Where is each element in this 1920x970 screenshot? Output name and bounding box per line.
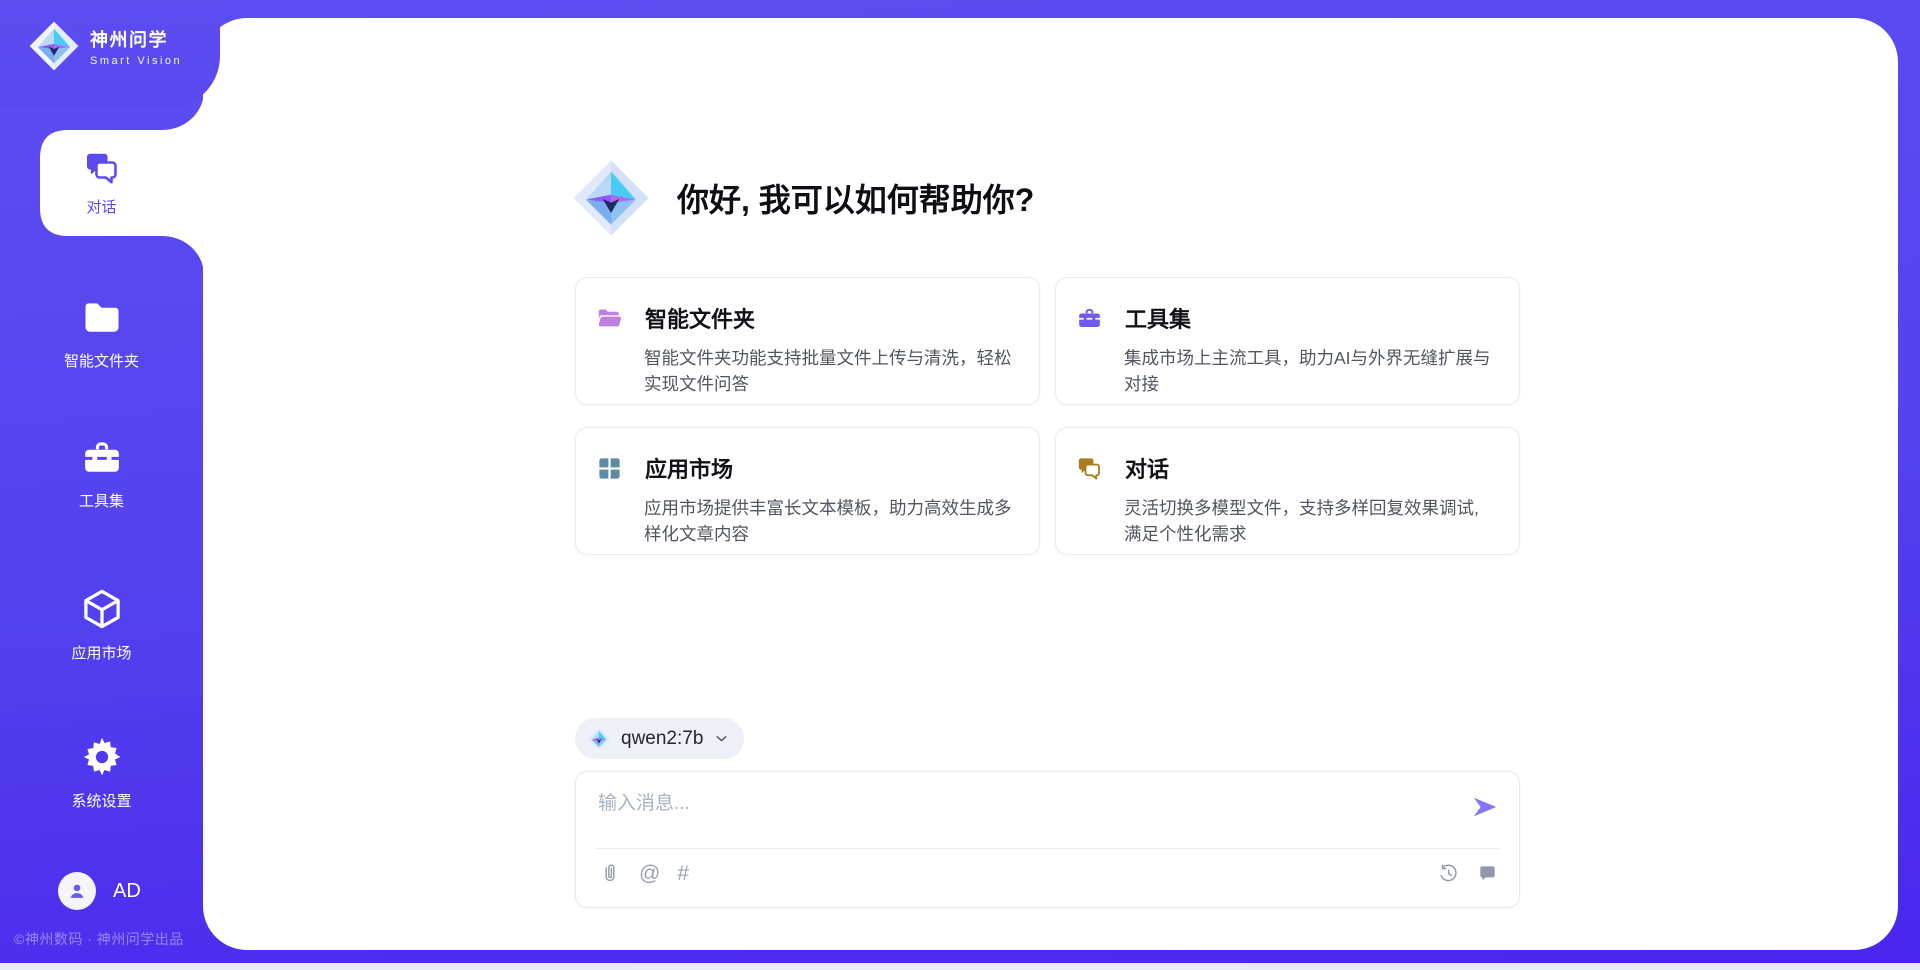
model-diamond-icon [587,727,611,751]
greeting-block: 你好, 我可以如何帮助你? [571,156,1034,240]
card-description: 灵活切换多模型文件，支持多样回复效果调试, 满足个性化需求 [1124,495,1501,548]
greeting-title: 你好, 我可以如何帮助你? [677,175,1034,221]
user-account[interactable]: AD [58,872,141,910]
card-title: 智能文件夹 [645,302,755,334]
feature-card-tools[interactable]: 工具集 集成市场上主流工具，助力AI与外界无缝扩展与对接 [1055,277,1520,405]
feature-card-folders[interactable]: 智能文件夹 智能文件夹功能支持批量文件上传与清洗，轻松实现文件问答 [575,277,1040,405]
sidebar-item-chat[interactable]: 对话 [0,130,203,236]
sidebar-item-settings[interactable]: 系统设置 [0,734,203,811]
user-initials: AD [113,880,141,903]
person-icon [66,880,88,902]
brand-diamond-logo-small [28,20,80,72]
avatar [58,872,96,910]
send-button[interactable] [1469,792,1501,824]
sidebar-item-label: 工具集 [0,490,203,511]
sidebar-item-label: 智能文件夹 [0,350,203,371]
card-title: 应用市场 [645,452,733,484]
card-description: 智能文件夹功能支持批量文件上传与清洗，轻松实现文件问答 [644,345,1021,398]
feature-cards: 智能文件夹 智能文件夹功能支持批量文件上传与清洗，轻松实现文件问答 工具集 集成… [575,277,1520,555]
main-content-panel: 你好, 我可以如何帮助你? 智能文件夹 智能文件夹功能支持批量文件上传与清洗，轻… [203,18,1898,950]
feature-card-market[interactable]: 应用市场 应用市场提供丰富长文本模板，助力高效生成多样化文章内容 [575,427,1040,555]
card-title: 工具集 [1125,302,1191,334]
message-composer: @ # [575,771,1520,908]
feature-card-chat[interactable]: 对话 灵活切换多模型文件，支持多样回复效果调试, 满足个性化需求 [1055,427,1520,555]
card-description: 应用市场提供丰富长文本模板，助力高效生成多样化文章内容 [644,495,1021,548]
model-name: qwen2:7b [621,728,703,750]
folder-icon [80,296,124,340]
brand-subtitle: Smart Vision [90,55,182,67]
sidebar-item-market[interactable]: 应用市场 [0,586,203,663]
at-mention-icon[interactable]: @ [639,862,660,886]
brand-title: 神州问学 [90,26,182,52]
app-root: { "brand": { "title": "神州问学", "subtitle"… [0,0,1920,970]
briefcase-icon [1076,305,1103,332]
history-icon[interactable] [1437,862,1460,885]
brand-diamond-logo [571,156,651,240]
model-selector[interactable]: qwen2:7b [575,718,744,759]
chat-icon [83,149,121,187]
composer-toolbar-left: @ # [598,862,689,886]
hash-topic-icon[interactable]: # [677,862,689,886]
sidebar-footer-credit: ©神州数码 · 神州问学出品 [14,929,184,949]
chat-icon [1076,455,1103,482]
send-icon [1470,792,1500,822]
card-description: 集成市场上主流工具，助力AI与外界无缝扩展与对接 [1124,345,1501,398]
window-bottom-edge [0,963,1920,970]
composer-toolbar-right [1437,862,1499,885]
sidebar-item-tools[interactable]: 工具集 [0,436,203,511]
sidebar-item-folders[interactable]: 智能文件夹 [0,296,203,371]
chat-bubble-icon[interactable] [1476,862,1499,885]
folder-icon [596,305,623,332]
chevron-down-icon [713,730,730,747]
sidebar-item-label: 对话 [86,196,116,217]
cube-icon [79,586,125,632]
sidebar-item-label: 应用市场 [0,642,203,663]
briefcase-icon [80,436,124,480]
message-input[interactable] [598,788,1428,838]
grid-icon [596,455,623,482]
composer-divider [596,848,1499,849]
attachment-icon[interactable] [598,862,622,886]
sidebar-item-label: 系统设置 [0,790,203,811]
gear-icon [79,734,125,780]
brand-block: 神州问学 Smart Vision [28,20,182,72]
card-title: 对话 [1125,452,1169,484]
